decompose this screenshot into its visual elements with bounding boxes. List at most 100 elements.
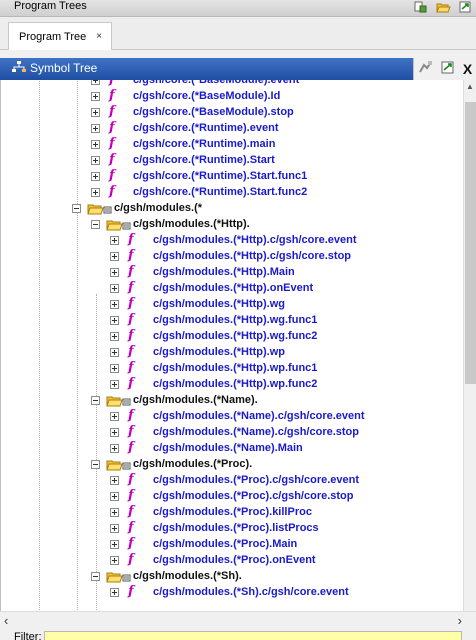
export-symbols-icon[interactable] bbox=[441, 60, 455, 79]
function-label: c/gsh/modules.(*Http).c/gsh/core.stop bbox=[153, 250, 352, 262]
tree-function-row[interactable]: f c/gsh/modules.(*Http).wp.func1 bbox=[1, 360, 463, 376]
expand-icon[interactable] bbox=[110, 268, 119, 277]
horizontal-scrollbar[interactable]: ‹ › bbox=[0, 611, 476, 629]
expand-icon[interactable] bbox=[110, 508, 119, 517]
collapse-icon[interactable] bbox=[91, 396, 100, 405]
expand-icon[interactable] bbox=[91, 124, 100, 133]
function-label: c/gsh/modules.(*Proc).c/gsh/core.stop bbox=[153, 490, 354, 502]
expand-icon[interactable] bbox=[110, 524, 119, 533]
function-label: c/gsh/modules.(*Proc).Main bbox=[153, 538, 298, 550]
tree-function-row[interactable]: f c/gsh/modules.(*Proc).c/gsh/core.stop bbox=[1, 488, 463, 504]
function-icon: f bbox=[128, 264, 134, 279]
tree-function-row[interactable]: f c/gsh/modules.(*Http).Main bbox=[1, 264, 463, 280]
collapse-icon[interactable] bbox=[91, 460, 100, 469]
export-icon[interactable] bbox=[454, 0, 476, 14]
expand-icon[interactable] bbox=[110, 444, 119, 453]
function-label: c/gsh/modules.(*Name).c/gsh/core.event bbox=[153, 410, 365, 422]
tree-function-row[interactable]: f c/gsh/modules.(*Proc).c/gsh/core.event bbox=[1, 472, 463, 488]
expand-icon[interactable] bbox=[110, 332, 119, 341]
navigate-icon[interactable] bbox=[418, 60, 434, 79]
function-label: c/gsh/core.(*Runtime).Start bbox=[133, 154, 275, 166]
tree-function-row[interactable]: f c/gsh/modules.(*Name).c/gsh/core.stop bbox=[1, 424, 463, 440]
symbol-tree-view[interactable]: f c/gsh/core.(*BaseModule).event f c/gsh/co… bbox=[0, 80, 463, 611]
tree-function-row[interactable]: f c/gsh/modules.(*Http).wp.func2 bbox=[1, 376, 463, 392]
scroll-up-icon[interactable]: ▲ bbox=[466, 82, 474, 91]
tree-function-row[interactable]: f c/gsh/core.(*BaseModule).stop bbox=[1, 104, 463, 120]
tree-function-row[interactable]: f c/gsh/core.(*BaseModule).Id bbox=[1, 88, 463, 104]
function-label: c/gsh/modules.(*Http).wg.func1 bbox=[153, 314, 318, 326]
tree-function-row[interactable]: f c/gsh/modules.(*Http).onEvent bbox=[1, 280, 463, 296]
tree-function-row[interactable]: f c/gsh/modules.(*Proc).Main bbox=[1, 536, 463, 552]
expand-icon[interactable] bbox=[110, 588, 119, 597]
tab-program-tree[interactable]: Program Tree × bbox=[8, 22, 112, 50]
expand-icon[interactable] bbox=[110, 252, 119, 261]
tree-function-row[interactable]: f c/gsh/modules.(*Http).wg.func2 bbox=[1, 328, 463, 344]
vertical-scroll-thumb[interactable] bbox=[465, 102, 476, 384]
tree-function-row[interactable]: f c/gsh/modules.(*Http).c/gsh/core.stop bbox=[1, 248, 463, 264]
tree-function-row[interactable]: f c/gsh/modules.(*Sh).c/gsh/core.event bbox=[1, 584, 463, 600]
tree-function-row[interactable]: f c/gsh/modules.(*Http).c/gsh/core.event bbox=[1, 232, 463, 248]
tree-function-row[interactable]: f c/gsh/modules.(*Http).wp bbox=[1, 344, 463, 360]
expand-icon[interactable] bbox=[91, 92, 100, 101]
function-label: c/gsh/modules.(*Http).wp.func2 bbox=[153, 378, 318, 390]
tree-namespace-row[interactable]: c/gsh/modules.(*Http). bbox=[1, 216, 463, 232]
tree-function-row[interactable]: f c/gsh/modules.(*Proc).onEvent bbox=[1, 552, 463, 568]
tree-function-row[interactable]: f c/gsh/modules.(*Http).wg bbox=[1, 296, 463, 312]
expand-icon[interactable] bbox=[91, 156, 100, 165]
tree-function-row[interactable]: f c/gsh/core.(*Runtime).event bbox=[1, 120, 463, 136]
expand-icon[interactable] bbox=[91, 108, 100, 117]
expand-icon[interactable] bbox=[110, 236, 119, 245]
expand-icon[interactable] bbox=[110, 540, 119, 549]
expand-icon[interactable] bbox=[110, 364, 119, 373]
expand-icon[interactable] bbox=[91, 188, 100, 197]
tree-function-row[interactable]: f c/gsh/core.(*Runtime).Start.func1 bbox=[1, 168, 463, 184]
expand-icon[interactable] bbox=[110, 300, 119, 309]
tree-function-row[interactable]: f c/gsh/modules.(*Name).c/gsh/core.event bbox=[1, 408, 463, 424]
filter-input[interactable] bbox=[44, 631, 462, 640]
tree-namespace-row[interactable]: c/gsh/modules.(* bbox=[1, 200, 463, 216]
tab-close-icon[interactable]: × bbox=[96, 31, 102, 42]
expand-icon[interactable] bbox=[110, 476, 119, 485]
program-trees-tabstrip: Program Tree × bbox=[0, 17, 476, 50]
function-icon: f bbox=[109, 120, 115, 135]
function-icon: f bbox=[128, 536, 134, 551]
expand-icon[interactable] bbox=[91, 172, 100, 181]
tree-function-row[interactable]: f c/gsh/modules.(*Http).wg.func1 bbox=[1, 312, 463, 328]
open-tree-icon[interactable] bbox=[410, 0, 432, 14]
filter-label: Filter: bbox=[14, 631, 42, 640]
vertical-scrollbar[interactable]: ▲ bbox=[463, 80, 476, 611]
scroll-left-icon[interactable]: ‹ bbox=[4, 613, 8, 628]
function-icon: f bbox=[128, 376, 134, 391]
expand-icon[interactable] bbox=[91, 80, 100, 85]
expand-icon[interactable] bbox=[110, 380, 119, 389]
tree-function-row[interactable]: f c/gsh/core.(*Runtime).Start bbox=[1, 152, 463, 168]
tree-function-row[interactable]: f c/gsh/modules.(*Proc).killProc bbox=[1, 504, 463, 520]
tree-function-row[interactable]: f c/gsh/modules.(*Proc).listProcs bbox=[1, 520, 463, 536]
tree-namespace-row[interactable]: c/gsh/modules.(*Proc). bbox=[1, 456, 463, 472]
expand-icon[interactable] bbox=[110, 316, 119, 325]
expand-icon[interactable] bbox=[110, 412, 119, 421]
tree-function-row[interactable]: f c/gsh/modules.(*Name).Main bbox=[1, 440, 463, 456]
collapse-icon[interactable] bbox=[72, 204, 81, 213]
expand-icon[interactable] bbox=[110, 492, 119, 501]
function-icon: f bbox=[128, 280, 134, 295]
tree-function-row[interactable]: f c/gsh/core.(*BaseModule).event bbox=[1, 80, 463, 88]
collapse-icon[interactable] bbox=[91, 220, 100, 229]
expand-icon[interactable] bbox=[91, 140, 100, 149]
expand-icon[interactable] bbox=[110, 428, 119, 437]
tab-program-tree-label: Program Tree bbox=[19, 30, 87, 43]
function-label: c/gsh/modules.(*Proc).c/gsh/core.event bbox=[153, 474, 360, 486]
open-folder-icon[interactable] bbox=[432, 0, 454, 14]
tree-function-row[interactable]: f c/gsh/core.(*Runtime).main bbox=[1, 136, 463, 152]
tree-function-row[interactable]: f c/gsh/core.(*Runtime).Start.func2 bbox=[1, 184, 463, 200]
function-icon: f bbox=[128, 344, 134, 359]
tree-namespace-row[interactable]: c/gsh/modules.(*Name). bbox=[1, 392, 463, 408]
expand-icon[interactable] bbox=[110, 284, 119, 293]
expand-icon[interactable] bbox=[110, 556, 119, 565]
tree-namespace-row[interactable]: c/gsh/modules.(*Sh). bbox=[1, 568, 463, 584]
scroll-right-icon[interactable]: › bbox=[458, 613, 462, 628]
collapse-icon[interactable] bbox=[91, 572, 100, 581]
expand-icon[interactable] bbox=[110, 348, 119, 357]
symbol-tree-close-button[interactable]: X bbox=[463, 61, 472, 77]
function-icon: f bbox=[128, 408, 134, 423]
